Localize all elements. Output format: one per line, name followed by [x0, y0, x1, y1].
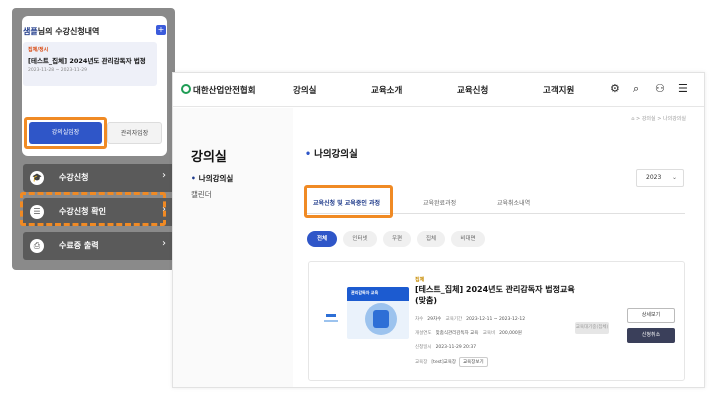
year-select[interactable]: 2023 ⌄ [636, 169, 684, 187]
chevron-right-icon: › [162, 170, 166, 181]
mobile-panel: 샘플님의 수강신청내역 + 집체/정시 [테스트_집체] 2024년도 관리감독… [12, 8, 175, 270]
user-name: 샘플 [23, 27, 38, 36]
menu-item-certificate[interactable]: ⎙ 수료증 출력 › [23, 232, 175, 260]
view-detail-button[interactable]: 상세보기 [627, 308, 675, 323]
status-badge: 교육대기중(집체) [575, 322, 609, 334]
course-thumbnail: 관리감독자 교육 [347, 287, 409, 339]
thumbnail-figure [373, 310, 389, 328]
chevron-down-icon: ⌄ [671, 174, 677, 181]
highlight-enroll-check [20, 192, 166, 226]
add-enrollment-button[interactable]: + [156, 25, 166, 35]
tab-cancelled[interactable]: 교육취소내역 [497, 198, 530, 207]
filter-chip-internet[interactable]: 인터넷 [343, 231, 377, 247]
chevron-right-icon: › [162, 238, 166, 249]
breadcrumb: ⌂ > 강의실 > 나의강의실 [631, 116, 686, 122]
enter-admin-button[interactable]: 관리자입장 [107, 122, 162, 144]
course-date: 2023-11-28 ~ 2023-11-29 [28, 68, 87, 73]
logo-mark-icon [181, 84, 191, 94]
view-venue-button[interactable]: 교육장보기 [459, 357, 488, 367]
graduation-cap-icon: 🎓 [30, 171, 44, 185]
section-title-text: 나의강의실 [314, 149, 358, 160]
menu-item-label: 수강신청 [59, 173, 89, 182]
thumbnail-title: 관리감독자 교육 [351, 290, 379, 295]
course-card: 관리감독자 교육 집체 [테스트_집체] 2024년도 관리감독자 법정교육(맞… [308, 261, 685, 381]
section-title: • 나의강의실 [305, 146, 358, 160]
highlight-classroom-button [24, 117, 107, 149]
site-logo[interactable]: 대한산업안전협회 [181, 84, 256, 96]
printer-icon: ⎙ [30, 239, 44, 253]
course-meta-row: 개설연도 맞춤식관리감독자 교육 교육비 200,000원 [415, 331, 522, 336]
search-icon[interactable]: ⌕ [633, 82, 639, 96]
bullet-icon: • [305, 149, 312, 160]
hamburger-menu-icon[interactable]: ☰ [678, 82, 688, 95]
course-name: [테스트_집체] 2024년도 관리감독자 법정 [28, 57, 146, 65]
page-title: 강의실 [191, 150, 227, 165]
thumbnail-decoration [324, 320, 338, 322]
course-meta-row: 교육장 [test]교육장 교육장보기 [415, 357, 488, 367]
tab-completed[interactable]: 교육완료과정 [423, 198, 456, 207]
gear-icon[interactable]: ⚙ [610, 82, 620, 95]
highlight-active-tab [304, 185, 393, 218]
course-meta-row: 신청일시 2023-11-29 20:37 [415, 345, 477, 350]
enrollment-title: 샘플님의 수강신청내역 [23, 26, 99, 37]
thumbnail-decoration [326, 314, 336, 317]
cancel-application-button[interactable]: 신청취소 [627, 328, 675, 343]
nav-customer-support[interactable]: 고객지원 [543, 84, 574, 96]
sidebar-item-my-classroom[interactable]: • 나의강의실 [191, 173, 233, 184]
filter-chip-remote[interactable]: 비대면 [451, 231, 485, 247]
menu-item-label: 수료증 출력 [59, 241, 99, 250]
sidebar-item-calendar[interactable]: 캘린더 [191, 189, 212, 200]
nav-classroom[interactable]: 강의실 [293, 84, 316, 96]
course-title: [테스트_집체] 2024년도 관리감독자 법정교육(맞춤) [415, 285, 575, 305]
logo-text: 대한산업안전협회 [193, 86, 256, 96]
nav-education-intro[interactable]: 교육소개 [371, 84, 402, 96]
course-type-tag: 집체 [415, 277, 425, 283]
enrolled-course-box[interactable]: 집체/정시 [테스트_집체] 2024년도 관리감독자 법정 2023-11-2… [23, 42, 157, 86]
user-icon[interactable]: ⚇ [655, 82, 665, 95]
filter-chip-all[interactable]: 전체 [307, 231, 337, 247]
filter-chip-group[interactable]: 집체 [417, 231, 445, 247]
desktop-panel: 대한산업안전협회 강의실 교육소개 교육신청 고객지원 ⚙ ⌕ ⚇ ☰ ⌂ > … [172, 72, 705, 388]
menu-item-enroll[interactable]: 🎓 수강신청 › [23, 164, 175, 192]
course-meta-row: 차수 29차수 교육기간 2023-12-11 ~ 2023-12-12 [415, 317, 526, 322]
course-tag: 집체/정시 [28, 47, 49, 53]
top-navigation: 대한산업안전협회 강의실 교육소개 교육신청 고객지원 ⚙ ⌕ ⚇ ☰ [173, 73, 704, 107]
year-value: 2023 [646, 174, 662, 181]
bullet-icon: • [191, 174, 196, 183]
screenshot-stage: 샘플님의 수강신청내역 + 집체/정시 [테스트_집체] 2024년도 관리감독… [0, 0, 720, 393]
sidebar-item-label: 나의강의실 [198, 174, 234, 183]
enrollment-title-suffix: 님의 수강신청내역 [37, 27, 100, 36]
nav-education-apply[interactable]: 교육신청 [457, 84, 488, 96]
filter-chip-mail[interactable]: 우편 [383, 231, 411, 247]
